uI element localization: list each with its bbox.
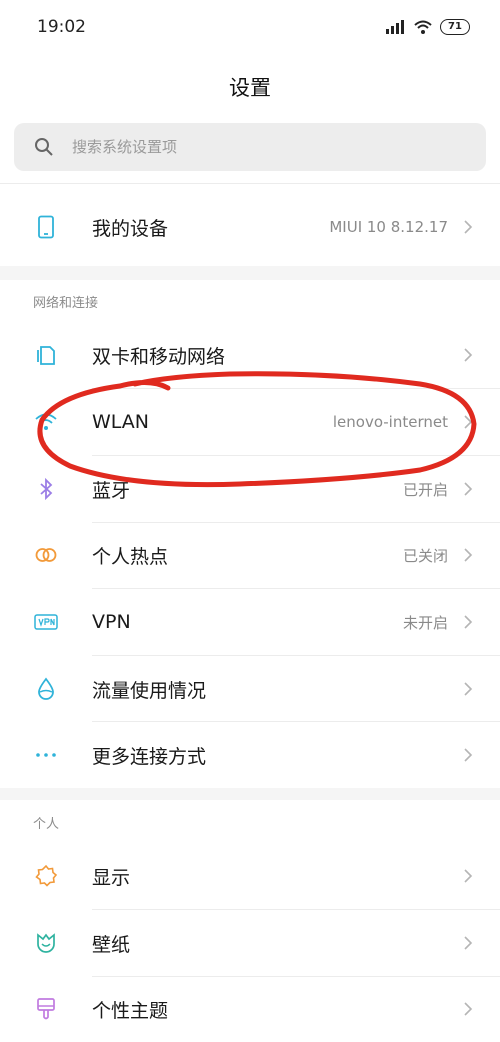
- search-input[interactable]: [70, 137, 454, 157]
- data-usage-label: 流量使用情况: [92, 679, 207, 702]
- status-bar: 19:02 71: [0, 0, 500, 56]
- search-icon: [35, 138, 53, 156]
- water-drop-icon: [34, 677, 58, 701]
- divider: [0, 183, 500, 184]
- sidebar-item-vpn[interactable]: VPN 未开启: [0, 589, 500, 655]
- bluetooth-status: 已开启: [402, 480, 448, 499]
- vpn-status: 未开启: [402, 613, 448, 632]
- chevron-right-icon: [464, 869, 473, 883]
- sidebar-item-wlan[interactable]: WLAN lenovo-internet: [0, 389, 500, 455]
- status-icons: 71: [386, 17, 470, 37]
- section-gap: [0, 266, 500, 280]
- sun-icon: [34, 864, 58, 888]
- chevron-right-icon: [464, 348, 473, 362]
- search-bar[interactable]: [14, 123, 486, 171]
- hotspot-status: 已关闭: [402, 546, 448, 565]
- battery-icon: 71: [440, 19, 470, 35]
- vpn-label: VPN: [92, 611, 131, 633]
- phone-icon: [34, 215, 58, 239]
- section-header-network: 网络和连接: [33, 296, 99, 311]
- sidebar-item-dual-sim[interactable]: 双卡和移动网络: [0, 322, 500, 388]
- chevron-right-icon: [464, 415, 473, 429]
- tulip-icon: [34, 931, 58, 955]
- chevron-right-icon: [464, 220, 473, 234]
- chevron-right-icon: [464, 1002, 473, 1016]
- my-device-row[interactable]: 我的设备 MIUI 10 8.12.17: [0, 194, 500, 260]
- wifi-icon: [34, 410, 58, 434]
- my-device-version: MIUI 10 8.12.17: [329, 218, 448, 236]
- sim-card-icon: [34, 343, 58, 367]
- signal-icon: [386, 20, 404, 34]
- wlan-network-name: lenovo-internet: [332, 413, 448, 431]
- brush-icon: [34, 997, 58, 1021]
- hotspot-icon: [34, 543, 58, 567]
- more-connections-label: 更多连接方式: [92, 745, 207, 768]
- chevron-right-icon: [464, 682, 473, 696]
- chevron-right-icon: [464, 748, 473, 762]
- display-label: 显示: [92, 866, 131, 889]
- sidebar-item-data-usage[interactable]: 流量使用情况: [0, 656, 500, 722]
- theme-label: 个性主题: [92, 999, 169, 1022]
- bluetooth-icon: [34, 477, 58, 501]
- chevron-right-icon: [464, 615, 473, 629]
- sidebar-item-display[interactable]: 显示: [0, 843, 500, 909]
- wallpaper-label: 壁纸: [92, 933, 131, 956]
- bluetooth-label: 蓝牙: [92, 479, 131, 502]
- status-time: 19:02: [37, 17, 86, 37]
- dual-sim-label: 双卡和移动网络: [92, 345, 226, 368]
- vpn-icon: [34, 610, 58, 634]
- section-header-personal: 个人: [33, 817, 60, 832]
- sidebar-item-theme[interactable]: 个性主题: [0, 976, 500, 1042]
- page-title: 设置: [229, 76, 271, 100]
- sidebar-item-more-connections[interactable]: 更多连接方式: [0, 722, 500, 788]
- more-dots-icon: [34, 743, 58, 767]
- sidebar-item-hotspot[interactable]: 个人热点 已关闭: [0, 522, 500, 588]
- my-device-label: 我的设备: [92, 217, 169, 240]
- sidebar-item-bluetooth[interactable]: 蓝牙 已开启: [0, 456, 500, 522]
- sidebar-item-wallpaper[interactable]: 壁纸: [0, 910, 500, 976]
- wifi-status-icon: [414, 20, 432, 34]
- section-gap: [0, 788, 500, 800]
- wlan-label: WLAN: [92, 411, 150, 433]
- chevron-right-icon: [464, 482, 473, 496]
- chevron-right-icon: [464, 936, 473, 950]
- chevron-right-icon: [464, 548, 473, 562]
- hotspot-label: 个人热点: [92, 545, 169, 568]
